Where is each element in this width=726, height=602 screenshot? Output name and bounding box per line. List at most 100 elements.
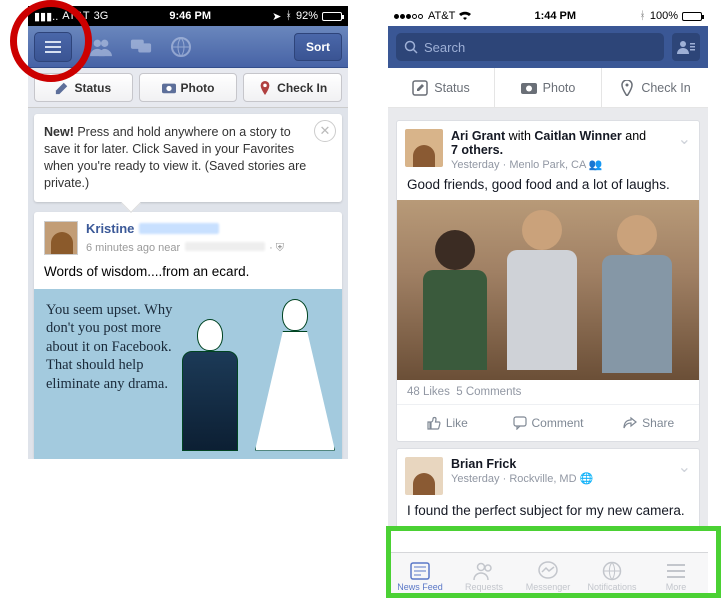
tab-more[interactable]: More [644, 553, 708, 598]
camera-icon [521, 80, 537, 96]
tab-label: Messenger [526, 582, 571, 592]
story-timestamp: Yesterday [451, 159, 500, 171]
status-bar: ▮▮▮.. AT&T 3G 9:46 PM ➤ ᚼ 92% [28, 6, 348, 26]
pencil-icon [55, 81, 69, 95]
composer-actions: Status Photo Check In [28, 68, 348, 108]
pin-icon [258, 81, 272, 95]
friends-privacy-icon: 👥 [589, 159, 603, 171]
bluetooth-icon: ᚼ [285, 10, 292, 22]
save-story-tip: New! Press and hold anywhere on a story … [34, 114, 342, 202]
photo-button[interactable]: Photo [495, 68, 602, 107]
story-stats[interactable]: 48 Likes 5 Comments [397, 380, 699, 405]
status-button[interactable]: Status [388, 68, 495, 107]
tab-label: Requests [465, 582, 503, 592]
comment-icon [513, 416, 527, 430]
story-header: Brian Frick Yesterday · Rockville, MD 🌐 … [397, 449, 699, 501]
carrier-label: AT&T [428, 10, 455, 22]
status-button-label: Status [434, 81, 469, 95]
checkin-button[interactable]: Check In [602, 68, 708, 107]
battery-icon [682, 12, 702, 21]
photo-button-label: Photo [181, 81, 215, 95]
story-photo[interactable] [397, 200, 699, 380]
likes-count: 48 Likes [407, 386, 450, 398]
tab-notifications[interactable]: Notifications [580, 553, 644, 598]
story-timestamp: Yesterday [451, 473, 500, 485]
story-header: Kristine 6 minutes ago near · ⛨ [44, 220, 332, 256]
phone-new-fb: AT&T 1:44 PM ᚼ 100% Search Status Photo [388, 6, 708, 598]
author-name[interactable]: Ari Grant [451, 129, 505, 143]
more-icon [666, 560, 686, 582]
search-placeholder: Search [424, 40, 465, 55]
tab-requests[interactable]: Requests [452, 553, 516, 598]
chevron-down-icon[interactable]: ⌄ [678, 129, 691, 149]
coauthor-name[interactable]: Caitlan Winner [534, 129, 621, 143]
tip-pointer [121, 193, 141, 213]
friends-icon[interactable] [90, 37, 112, 57]
like-button[interactable]: Like [397, 405, 498, 441]
hamburger-menu-button[interactable] [34, 32, 72, 62]
story-text: Words of wisdom....from an ecard. [44, 264, 332, 279]
requests-icon [473, 560, 495, 582]
status-bar: AT&T 1:44 PM ᚼ 100% [388, 6, 708, 26]
public-privacy-icon: 🌐 [580, 473, 594, 485]
feed-story[interactable]: Kristine 6 minutes ago near · ⛨ Words of… [34, 212, 342, 459]
story-text: I found the perfect subject for my new c… [397, 501, 699, 526]
messenger-icon [537, 560, 559, 582]
checkin-button-label: Check In [641, 81, 690, 95]
clock-label: 9:46 PM [108, 10, 272, 22]
phone-old-fb: ▮▮▮.. AT&T 3G 9:46 PM ➤ ᚼ 92% Sort Statu… [28, 6, 348, 459]
feed-story[interactable]: Ari Grant with Caitlan Winner and 7 othe… [396, 120, 700, 442]
tip-text: Press and hold anywhere on a story to sa… [44, 125, 306, 190]
messages-icon[interactable] [130, 37, 152, 57]
author-name[interactable]: Kristine [86, 221, 134, 236]
checkin-button-label: Check In [277, 81, 327, 95]
status-button-label: Status [74, 81, 111, 95]
avatar[interactable] [44, 221, 78, 255]
camera-icon [162, 81, 176, 95]
tab-news-feed[interactable]: News Feed [388, 553, 452, 598]
tab-label: News Feed [397, 582, 443, 592]
nav-bar: Search [388, 26, 708, 68]
story-text: Good friends, good food and a lot of lau… [397, 177, 699, 200]
globe-icon [602, 560, 622, 582]
account-button[interactable] [672, 33, 700, 61]
ecard-figure-man [170, 319, 250, 459]
chevron-down-icon[interactable]: ⌄ [678, 457, 691, 477]
checkin-button[interactable]: Check In [243, 73, 342, 102]
avatar[interactable] [405, 457, 443, 495]
tip-close-button[interactable]: ✕ [314, 120, 336, 142]
wifi-icon [459, 11, 471, 21]
story-timestamp: 6 minutes ago near [86, 242, 180, 254]
story-location: Rockville, MD [509, 473, 576, 485]
others-link[interactable]: 7 others. [451, 143, 503, 157]
share-button[interactable]: Share [598, 405, 699, 441]
author-name[interactable]: Brian Frick [451, 457, 516, 471]
ecard-figure-woman [250, 299, 340, 459]
photo-button[interactable]: Photo [139, 73, 238, 102]
tab-label: Notifications [587, 582, 636, 592]
feed-story[interactable]: Brian Frick Yesterday · Rockville, MD 🌐 … [396, 448, 700, 526]
status-button[interactable]: Status [34, 73, 133, 102]
signal-icon [394, 10, 424, 22]
bluetooth-icon: ᚼ [639, 10, 646, 22]
search-input[interactable]: Search [396, 33, 664, 61]
avatar[interactable] [405, 129, 443, 167]
story-actions: Like Comment Share [397, 405, 699, 441]
composer-actions: Status Photo Check In [388, 68, 708, 108]
tip-new-label: New! [44, 125, 74, 139]
compose-icon [412, 80, 428, 96]
news-feed-icon [409, 560, 431, 582]
tab-messenger[interactable]: Messenger [516, 553, 580, 598]
location-redacted [185, 242, 265, 251]
comment-button[interactable]: Comment [498, 405, 599, 441]
photo-button-label: Photo [543, 81, 576, 95]
sort-button[interactable]: Sort [294, 33, 342, 61]
comments-count: 5 Comments [456, 386, 521, 398]
share-icon [623, 416, 637, 430]
photo-person [497, 210, 587, 380]
story-image-ecard[interactable]: You seem upset. Why don't you post more … [34, 289, 342, 459]
globe-icon[interactable] [170, 37, 192, 57]
carrier-label: AT&T [62, 10, 89, 22]
clock-label: 1:44 PM [471, 10, 639, 22]
privacy-icon: · ⛨ [269, 242, 284, 254]
